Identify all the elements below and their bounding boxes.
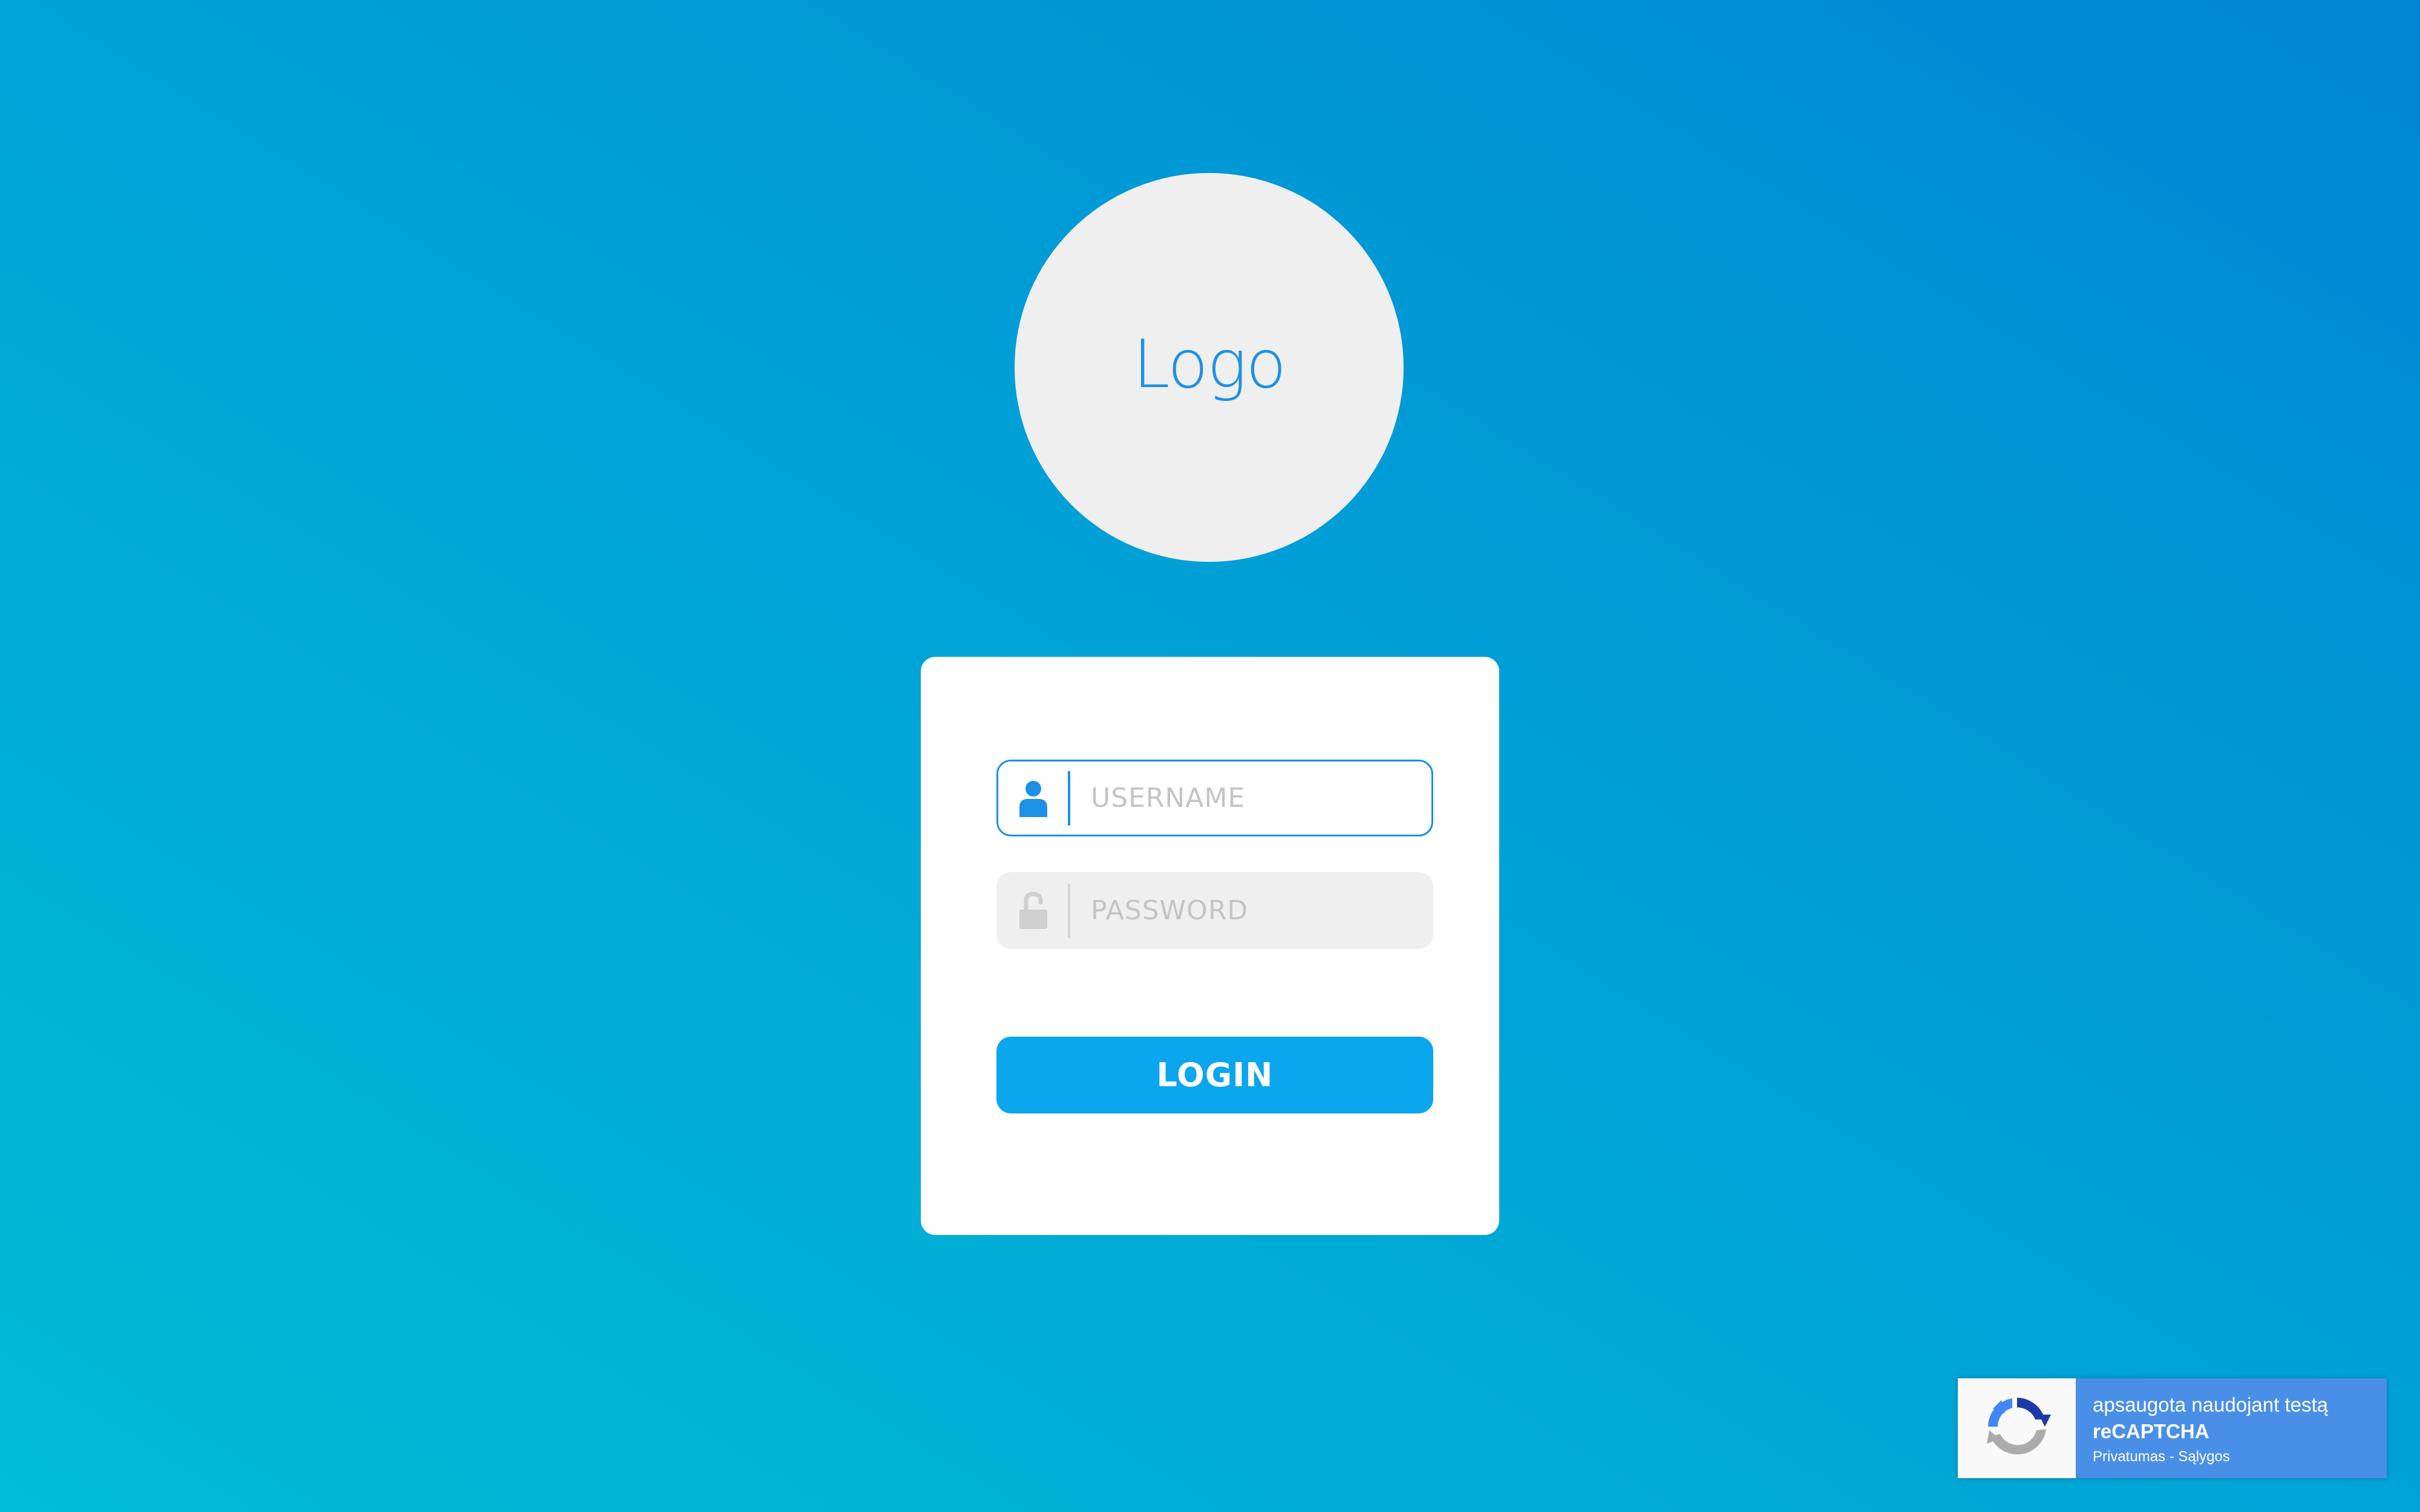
login-card: LOGIN (921, 657, 1499, 1235)
recaptcha-protected-text: apsaugota naudojant testą (2093, 1393, 2328, 1416)
privacy-link[interactable]: Privatumas (2093, 1448, 2165, 1465)
user-icon (998, 761, 1068, 835)
login-button[interactable]: LOGIN (996, 1037, 1433, 1113)
recaptcha-text-panel: apsaugota naudojant testą reCAPTCHA Priv… (2076, 1378, 2387, 1478)
username-input[interactable] (1070, 761, 1431, 835)
password-field[interactable] (996, 872, 1433, 949)
links-separator: - (2165, 1448, 2179, 1465)
recaptcha-logo-box[interactable] (1958, 1378, 2076, 1478)
recaptcha-links: Privatumas - Sąlygos (2093, 1446, 2387, 1468)
username-field[interactable] (996, 760, 1433, 836)
password-input[interactable] (1070, 874, 1431, 947)
unlock-icon (998, 874, 1068, 947)
logo-circle: Logo (1015, 173, 1404, 562)
logo-text: Logo (1133, 325, 1287, 403)
terms-link[interactable]: Sąlygos (2178, 1448, 2229, 1465)
recaptcha-badge[interactable]: apsaugota naudojant testą reCAPTCHA Priv… (1958, 1378, 2387, 1478)
recaptcha-logo-icon (1981, 1390, 2053, 1466)
recaptcha-brand-text: reCAPTCHA (2093, 1420, 2209, 1442)
